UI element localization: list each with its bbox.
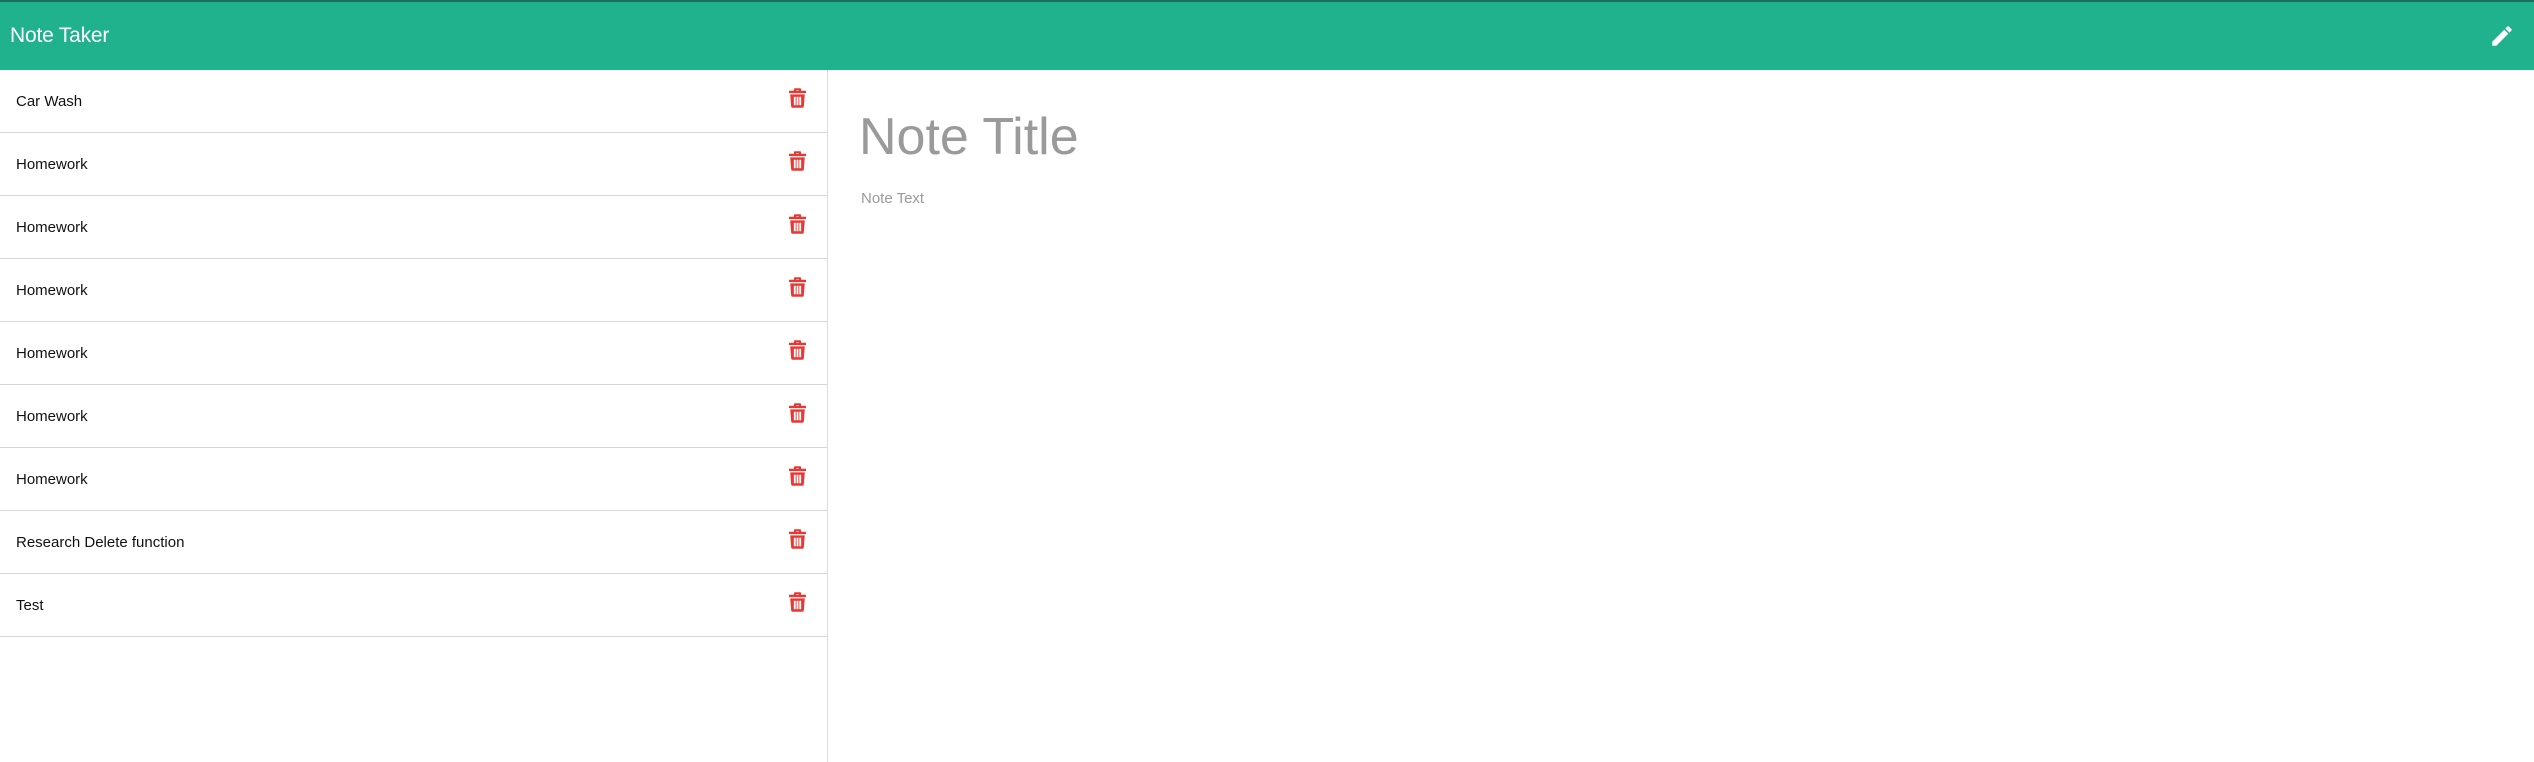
list-item[interactable]: Test: [0, 574, 827, 637]
trash-icon[interactable]: [787, 87, 807, 109]
trash-icon[interactable]: [787, 339, 807, 361]
pencil-icon: [2492, 26, 2512, 46]
trash-icon[interactable]: [787, 276, 807, 298]
note-item-title: Homework: [16, 155, 88, 173]
trash-icon[interactable]: [787, 528, 807, 550]
navbar: Note Taker: [0, 0, 2534, 70]
trash-icon[interactable]: [787, 150, 807, 172]
note-item-title: Research Delete function: [16, 533, 185, 551]
list-item[interactable]: Homework: [0, 196, 827, 259]
note-item-title: Homework: [16, 407, 88, 425]
note-list-panel: Car Wash Homework Homework Homework Home…: [0, 70, 828, 762]
list-item[interactable]: Homework: [0, 322, 827, 385]
trash-icon[interactable]: [787, 213, 807, 235]
trash-icon[interactable]: [787, 402, 807, 424]
app-brand[interactable]: Note Taker: [10, 24, 109, 48]
note-item-title: Homework: [16, 470, 88, 488]
note-item-title: Car Wash: [16, 92, 83, 110]
list-item[interactable]: Homework: [0, 133, 827, 196]
note-title-input[interactable]: [859, 102, 2259, 172]
note-item-title: Homework: [16, 281, 88, 299]
note-item-title: Homework: [16, 344, 88, 362]
note-list: Car Wash Homework Homework Homework Home…: [0, 70, 827, 637]
list-item[interactable]: Car Wash: [0, 70, 827, 133]
trash-icon[interactable]: [787, 465, 807, 487]
list-item[interactable]: Homework: [0, 448, 827, 511]
list-item[interactable]: Homework: [0, 259, 827, 322]
note-item-title: Homework: [16, 218, 88, 236]
note-text-input[interactable]: [859, 190, 2259, 670]
new-note-button[interactable]: [2484, 18, 2520, 54]
list-item[interactable]: Research Delete function: [0, 511, 827, 574]
note-item-title: Test: [16, 596, 44, 614]
trash-icon[interactable]: [787, 591, 807, 613]
note-editor: [829, 70, 2534, 762]
list-item[interactable]: Homework: [0, 385, 827, 448]
